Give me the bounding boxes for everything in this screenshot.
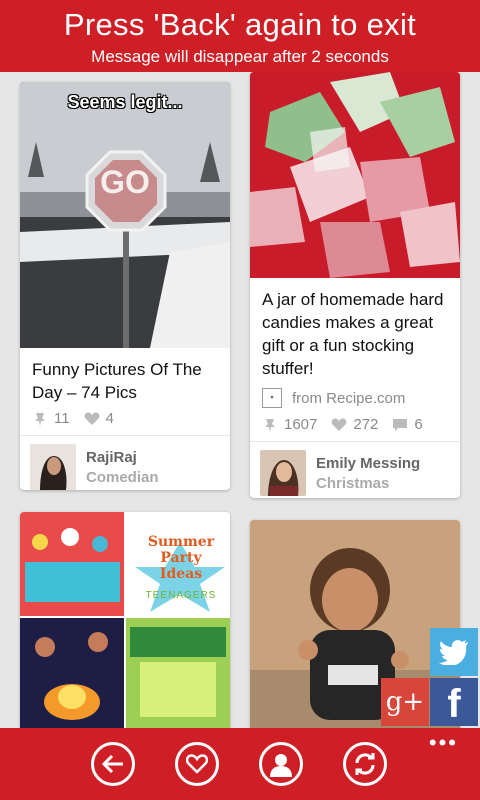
heart-icon (331, 418, 347, 432)
comment-icon (392, 418, 408, 432)
toast-subtitle: Message will disappear after 2 seconds (91, 47, 389, 66)
board-name[interactable]: Comedian (86, 469, 159, 486)
avatar[interactable] (30, 444, 76, 490)
user-name[interactable]: RajiRaj (86, 449, 159, 466)
pin-stats: 1607 272 6 (250, 408, 460, 441)
user-name[interactable]: Emily Messing (316, 455, 420, 472)
likes-button[interactable] (175, 742, 219, 786)
pin-source[interactable]: ▪ from Recipe.com (250, 382, 460, 408)
back-button[interactable] (91, 742, 135, 786)
pin-feed[interactable]: Seems legit... GO Funny Pictures Of The … (0, 72, 480, 728)
heart-icon (84, 412, 100, 426)
pin-image[interactable]: Seems legit... GO (20, 82, 230, 348)
meme-caption: Seems legit... (67, 92, 183, 112)
collage-subtitle: TEENAGERS (145, 590, 217, 601)
profile-button[interactable] (259, 742, 303, 786)
repin-icon (32, 412, 48, 426)
twitter-share-button[interactable] (430, 628, 478, 676)
user-icon (270, 754, 292, 777)
pin-title[interactable]: A jar of homemade hard candies makes a g… (250, 278, 460, 382)
collage-title: Summer Party Ideas (147, 534, 215, 582)
heart-icon (186, 754, 208, 774)
pin-image[interactable] (250, 72, 460, 278)
toast-title: Press 'Back' again to exit (63, 7, 417, 42)
sign-text: GO (100, 164, 150, 200)
more-options-button[interactable]: ••• (429, 732, 458, 754)
candy-photo (250, 72, 460, 278)
repin-count: 11 (54, 410, 70, 427)
source-icon: ▪ (262, 388, 282, 408)
pin-image[interactable]: Summer Party Ideas TEENAGERS (20, 512, 230, 728)
comment-count: 6 (414, 416, 423, 433)
board-name[interactable]: Christmas (316, 475, 420, 492)
twitter-icon (439, 640, 468, 665)
pin-user[interactable]: RajiRaj Comedian (20, 435, 230, 490)
repin-count: 1607 (284, 416, 318, 433)
app-bar: ••• (0, 728, 480, 800)
pin-stats: 11 4 (20, 406, 230, 435)
repin-icon (262, 418, 278, 432)
pin-title[interactable]: Funny Pictures Of The Day – 74 Pics (20, 348, 230, 406)
like-count: 4 (105, 410, 114, 427)
refresh-button[interactable] (343, 742, 387, 786)
googleplus-icon: g+ (385, 687, 425, 717)
pin-card-candy[interactable]: A jar of homemade hard candies makes a g… (250, 72, 460, 498)
avatar[interactable] (260, 450, 306, 496)
source-text[interactable]: from Recipe.com (292, 390, 405, 407)
pin-card-party[interactable]: Summer Party Ideas TEENAGERS (20, 512, 230, 728)
facebook-share-button[interactable]: f (430, 678, 478, 726)
exit-toast: Press 'Back' again to exit Message will … (0, 0, 480, 72)
pin-user[interactable]: Emily Messing Christmas (250, 441, 460, 498)
like-count: 272 (353, 416, 379, 433)
stop-sign-photo (20, 82, 230, 348)
pin-card-funny[interactable]: Seems legit... GO Funny Pictures Of The … (20, 82, 230, 490)
refresh-icon (355, 753, 375, 775)
arrow-left-icon (101, 754, 123, 774)
facebook-icon: f (447, 682, 461, 726)
googleplus-share-button[interactable]: g+ (381, 678, 429, 726)
